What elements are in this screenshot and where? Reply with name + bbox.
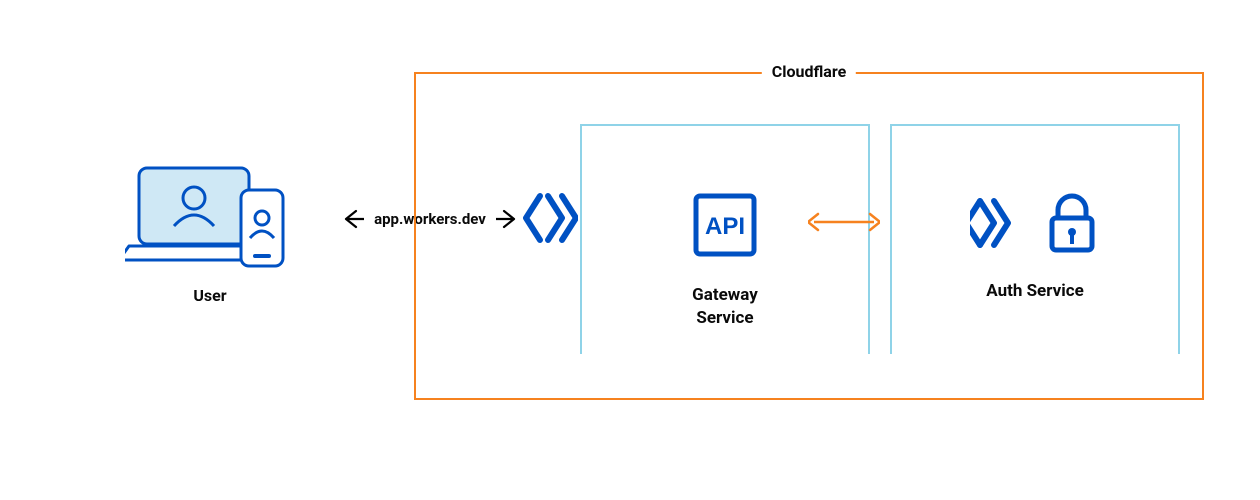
gateway-service-box: API GatewayService xyxy=(580,124,870,354)
user-node: User xyxy=(120,160,300,305)
workers-chevron-icon xyxy=(970,195,1026,255)
diagram-stage: User app.workers.dev Cloudflare xyxy=(0,0,1260,500)
gateway-service-label: GatewayService xyxy=(692,284,758,330)
auth-service-label: Auth Service xyxy=(986,280,1084,303)
workers-chevron-icon xyxy=(522,190,578,246)
api-text: API xyxy=(705,213,745,240)
gateway-auth-bidirectional-arrow-icon xyxy=(808,212,880,232)
arrow-left-icon xyxy=(342,208,364,230)
lock-icon xyxy=(1044,192,1100,258)
user-device-icon xyxy=(120,160,300,270)
cloudflare-title: Cloudflare xyxy=(762,62,856,81)
user-label: User xyxy=(120,286,300,305)
auth-service-box: Auth Service xyxy=(890,124,1180,354)
api-box-icon: API xyxy=(692,192,758,262)
